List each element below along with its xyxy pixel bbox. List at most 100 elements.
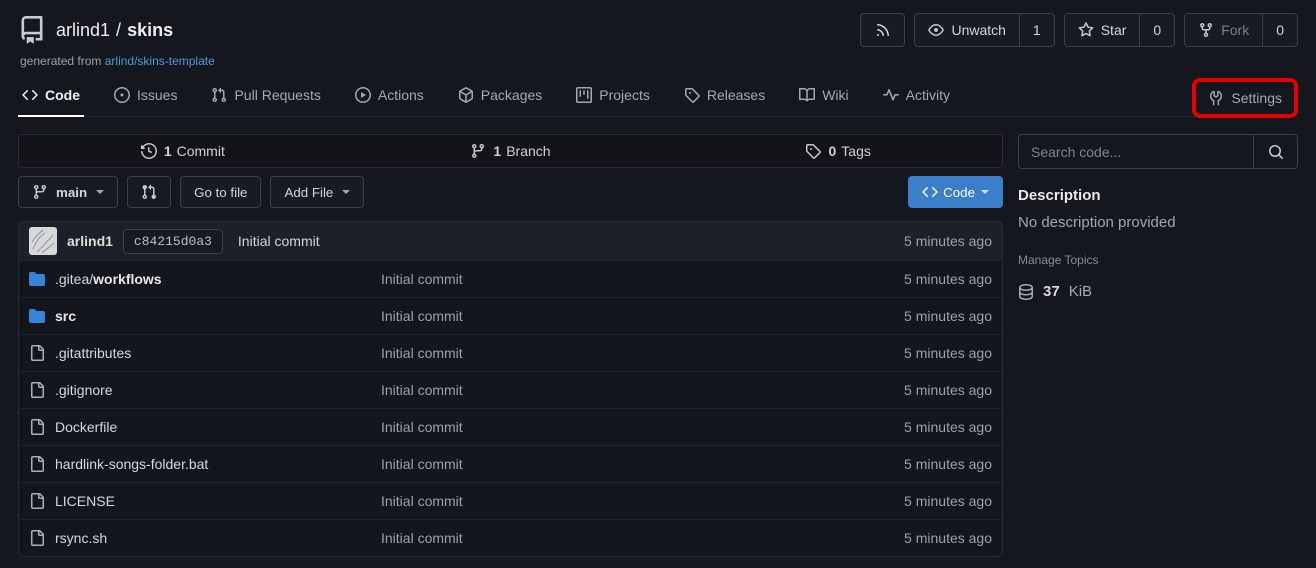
commit-message-link[interactable]: Initial commit: [381, 419, 904, 435]
file-link[interactable]: .gitea/workflows: [55, 271, 162, 287]
tags-stat[interactable]: 0 Tags: [674, 135, 1002, 167]
commit-message-link[interactable]: Initial commit: [381, 345, 904, 361]
repo-owner-link[interactable]: arlind1: [56, 20, 110, 41]
commit-hash-badge[interactable]: c84215d0a3: [123, 229, 223, 254]
repo-size-value: 37: [1043, 283, 1060, 300]
tab-label: Actions: [378, 87, 424, 103]
chevron-down-icon: [96, 190, 104, 194]
file-link[interactable]: .gitignore: [55, 382, 113, 398]
tab-actions[interactable]: Actions: [351, 76, 428, 116]
rss-icon: [875, 22, 891, 38]
commit-label: Commit: [177, 143, 225, 159]
file-link[interactable]: rsync.sh: [55, 530, 107, 546]
table-row: .gitignore Initial commit 5 minutes ago: [19, 371, 1002, 408]
code-icon: [922, 184, 938, 200]
file-link[interactable]: .gitattributes: [55, 345, 131, 361]
repo-page: arlind1 / skins Unwatch 1 Star 0: [0, 0, 1316, 557]
file-link[interactable]: hardlink-songs-folder.bat: [55, 456, 208, 472]
star-button[interactable]: Star: [1065, 14, 1140, 46]
code-icon: [22, 87, 38, 103]
tag-icon: [805, 143, 821, 159]
file-link[interactable]: LICENSE: [55, 493, 115, 509]
file-name: Dockerfile: [55, 419, 117, 435]
commit-author-link[interactable]: arlind1: [67, 233, 113, 249]
eye-icon: [928, 22, 944, 38]
file-name: .gitignore: [55, 382, 113, 398]
pulse-icon: [883, 87, 899, 103]
commit-message-link[interactable]: Initial commit: [381, 308, 904, 324]
tab-packages[interactable]: Packages: [454, 76, 546, 116]
file-table: arlind1 c84215d0a3 Initial commit 5 minu…: [18, 221, 1003, 557]
chevron-down-icon: [981, 190, 989, 194]
history-icon: [141, 143, 157, 159]
issue-opened-icon: [114, 87, 130, 103]
git-branch-icon: [32, 184, 48, 200]
add-file-button[interactable]: Add File: [270, 176, 364, 208]
template-repo-link[interactable]: arlind/skins-template: [105, 54, 215, 68]
go-to-file-button[interactable]: Go to file: [180, 176, 261, 208]
code-button-label: Code: [943, 185, 975, 200]
description-title: Description: [1018, 187, 1298, 204]
commit-message-link[interactable]: Initial commit: [381, 530, 904, 546]
watch-button-group: Unwatch 1: [914, 13, 1054, 47]
commit-message-link[interactable]: Initial commit: [381, 456, 904, 472]
file-icon: [29, 382, 45, 398]
commit-message-link[interactable]: Initial commit: [238, 233, 320, 249]
branches-stat[interactable]: 1 Branch: [347, 135, 675, 167]
tab-label: Releases: [707, 87, 765, 103]
fork-button-group: Fork 0: [1184, 13, 1298, 47]
commit-message-link[interactable]: Initial commit: [381, 382, 904, 398]
search-input[interactable]: [1019, 135, 1253, 168]
file-link[interactable]: Dockerfile: [55, 419, 117, 435]
commit-message-link[interactable]: Initial commit: [381, 271, 904, 287]
manage-topics-link[interactable]: Manage Topics: [1018, 253, 1099, 267]
file-age: 5 minutes ago: [904, 382, 992, 398]
code-download-button[interactable]: Code: [908, 176, 1003, 208]
branch-selector[interactable]: main: [18, 176, 118, 208]
file-link[interactable]: src: [55, 308, 76, 324]
repo-stats-bar: 1 Commit 1 Branch 0 Tags: [18, 134, 1003, 168]
tab-label: Issues: [137, 87, 177, 103]
table-row: hardlink-songs-folder.bat Initial commit…: [19, 445, 1002, 482]
commits-stat[interactable]: 1 Commit: [19, 135, 347, 167]
file-icon: [29, 419, 45, 435]
watch-count[interactable]: 1: [1019, 14, 1054, 46]
fork-button[interactable]: Fork: [1185, 14, 1262, 46]
search-button[interactable]: [1253, 135, 1297, 168]
tab-wiki[interactable]: Wiki: [795, 76, 852, 116]
fork-count[interactable]: 0: [1262, 14, 1297, 46]
repo-size: 37 KiB: [1018, 283, 1298, 300]
star-icon: [1078, 22, 1094, 38]
generated-from-label: generated from: [20, 54, 101, 68]
tab-activity[interactable]: Activity: [879, 76, 954, 116]
compare-button[interactable]: [127, 176, 171, 208]
table-row: .gitea/workflows Initial commit 5 minute…: [19, 260, 1002, 297]
tab-issues[interactable]: Issues: [110, 76, 181, 116]
table-row: .gitattributes Initial commit 5 minutes …: [19, 334, 1002, 371]
file-age: 5 minutes ago: [904, 271, 992, 287]
tab-pull-requests[interactable]: Pull Requests: [207, 76, 324, 116]
table-row: LICENSE Initial commit 5 minutes ago: [19, 482, 1002, 519]
tab-releases[interactable]: Releases: [680, 76, 769, 116]
branch-label: Branch: [506, 143, 550, 159]
star-count[interactable]: 0: [1139, 14, 1174, 46]
title-separator: /: [116, 20, 121, 41]
chevron-down-icon: [342, 190, 350, 194]
file-name: rsync.sh: [55, 530, 107, 546]
file-age: 5 minutes ago: [904, 493, 992, 509]
add-file-label: Add File: [284, 185, 333, 200]
rss-button[interactable]: [860, 13, 905, 47]
unwatch-button[interactable]: Unwatch: [915, 14, 1018, 46]
repo-name-link[interactable]: skins: [127, 20, 173, 41]
tab-code[interactable]: Code: [18, 76, 84, 116]
tab-projects[interactable]: Projects: [572, 76, 654, 116]
tab-label: Settings: [1231, 90, 1282, 106]
play-circle-icon: [355, 87, 371, 103]
commit-message-link[interactable]: Initial commit: [381, 493, 904, 509]
file-name: LICENSE: [55, 493, 115, 509]
code-toolbar: main Go to file Add File Code: [18, 176, 1003, 208]
fork-label: Fork: [1221, 22, 1249, 38]
tab-settings[interactable]: Settings: [1206, 86, 1284, 110]
star-button-group: Star 0: [1064, 13, 1175, 47]
latest-commit-row: arlind1 c84215d0a3 Initial commit 5 minu…: [19, 222, 1002, 260]
